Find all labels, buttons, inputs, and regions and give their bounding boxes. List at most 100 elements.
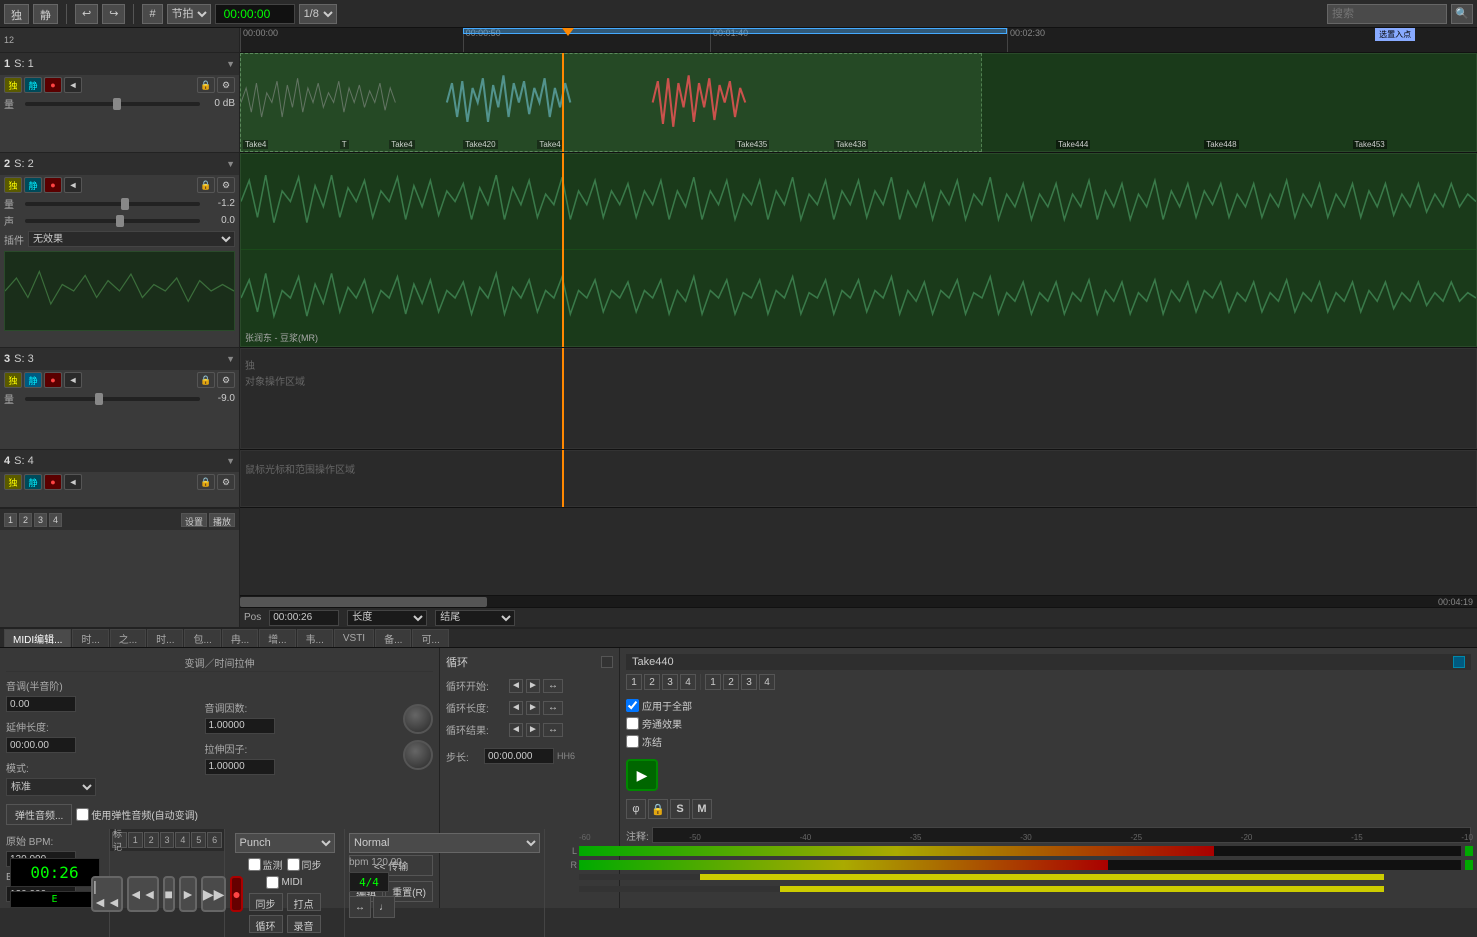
track-3-gear-btn[interactable]: ⚙ — [217, 372, 235, 388]
freeze-checkbox[interactable] — [626, 735, 639, 748]
tab-bei[interactable]: 备... — [375, 629, 411, 647]
track-2-waveform[interactable]: 张润东 - 豆浆(MR) — [240, 153, 1477, 348]
take-num-3[interactable]: 3 — [662, 674, 678, 690]
track-1-mute-btn[interactable]: 静 — [24, 77, 42, 93]
search-btn[interactable]: 🔍 — [1451, 4, 1473, 24]
track-1-vol-thumb[interactable] — [113, 98, 121, 110]
take-num-1[interactable]: 1 — [626, 674, 642, 690]
track-nav-3[interactable]: 3 — [34, 513, 47, 527]
tab-ran[interactable]: 冉... — [222, 629, 258, 647]
track-2-vol-thumb[interactable] — [121, 198, 129, 210]
track-1-mon-btn[interactable]: ◄ — [64, 77, 82, 93]
loop-end-extend[interactable]: ↔ — [543, 723, 563, 737]
track-num-3[interactable]: 3 — [160, 832, 175, 848]
track-num-marker[interactable]: 标记 — [112, 832, 127, 848]
monitor-checkbox[interactable] — [248, 858, 261, 871]
take-nav-2[interactable]: 2 — [723, 674, 739, 690]
track-4-rec-btn[interactable]: ● — [44, 474, 62, 490]
track-2-vol-fader[interactable] — [25, 202, 200, 206]
punch-in-btn[interactable]: 同步 — [249, 893, 283, 911]
track-2-plugin-select[interactable]: 无效果 — [28, 231, 235, 247]
loop-step-input[interactable] — [484, 748, 554, 764]
track-num-4[interactable]: 4 — [175, 832, 190, 848]
track-3-solo-btn[interactable]: 独 — [4, 372, 22, 388]
loop-len-left[interactable]: ◄ — [509, 701, 523, 715]
track-1-gear-btn[interactable]: ⚙ — [217, 77, 235, 93]
take-s-btn[interactable]: S — [670, 799, 690, 819]
take-close-btn[interactable] — [1453, 656, 1465, 668]
crossfade-checkbox[interactable] — [626, 717, 639, 730]
tab-bao[interactable]: 包... — [184, 629, 220, 647]
track-1-waveform[interactable]: Take4 T Take4 Take420 Take4 Take435 Take… — [240, 53, 1477, 153]
track-3-lock-btn[interactable]: 🔒 — [197, 372, 215, 388]
loop-end-left[interactable]: ◄ — [509, 723, 523, 737]
track-2-solo-btn[interactable]: 独 — [4, 177, 22, 193]
sync-checkbox[interactable] — [287, 858, 300, 871]
track-4-mute-btn[interactable]: 静 — [24, 474, 42, 490]
tab-ke[interactable]: 可... — [412, 629, 448, 647]
mute-global-btn[interactable]: 静 — [33, 4, 58, 24]
vs-pitch-input[interactable] — [6, 696, 76, 712]
track-1-expand[interactable]: ▼ — [226, 59, 235, 69]
midi-mode-btn[interactable]: ♩ — [373, 896, 395, 918]
track-4-mon-btn[interactable]: ◄ — [64, 474, 82, 490]
redo-btn[interactable]: ↪ — [102, 4, 125, 24]
track-3-expand[interactable]: ▼ — [226, 354, 235, 364]
track-3-waveform[interactable]: 独 对象操作区域 — [240, 348, 1477, 450]
track-1-solo-btn[interactable]: 独 — [4, 77, 22, 93]
time-sig-input[interactable] — [349, 872, 389, 892]
loop-start-left[interactable]: ◄ — [509, 679, 523, 693]
vs-pitch-steps-input[interactable] — [205, 718, 275, 734]
apply-all-checkbox[interactable] — [626, 699, 639, 712]
play-btn[interactable]: ► — [179, 876, 197, 912]
take-m-btn[interactable]: M — [692, 799, 712, 819]
track-1-vol-fader[interactable] — [25, 102, 200, 106]
take-nav-4[interactable]: 4 — [759, 674, 775, 690]
track-1-rec-btn[interactable]: ● — [44, 77, 62, 93]
rewind-to-start-btn[interactable]: |◄◄ — [91, 876, 123, 912]
tab-vsti[interactable]: VSTI — [334, 629, 374, 647]
loop-close-btn[interactable] — [601, 656, 613, 668]
vs-knob-2[interactable] — [403, 740, 433, 770]
timeline-scrollbar[interactable]: 00:04:19 — [240, 595, 1477, 607]
elastic-audio-btn[interactable]: 弹性音频... — [6, 804, 72, 825]
pos-input[interactable] — [269, 610, 339, 626]
timeline-scroll-thumb[interactable] — [240, 597, 487, 607]
tab-shi[interactable]: 时... — [147, 629, 183, 647]
track-2-mute-btn[interactable]: 静 — [24, 177, 42, 193]
track-4-solo-btn[interactable]: 独 — [4, 474, 22, 490]
end-select[interactable]: 结尾 — [435, 610, 515, 626]
vs-mode-select[interactable]: 标准 — [6, 778, 96, 796]
undo-btn[interactable]: ↩ — [75, 4, 98, 24]
rec-btn[interactable]: 录音 — [287, 915, 321, 933]
loop-len-extend[interactable]: ↔ — [543, 701, 563, 715]
track-4-lock-btn[interactable]: 🔒 — [197, 474, 215, 490]
track-num-2[interactable]: 2 — [144, 832, 159, 848]
tab-wei[interactable]: 韦... — [297, 629, 333, 647]
elastic-checkbox[interactable] — [76, 808, 89, 821]
take-num-2[interactable]: 2 — [644, 674, 660, 690]
loop-end-right[interactable]: ► — [526, 723, 540, 737]
track-3-vol-fader[interactable] — [25, 397, 200, 401]
track-4-expand[interactable]: ▼ — [226, 456, 235, 466]
track-nav-2[interactable]: 2 — [19, 513, 32, 527]
vs-stretch-factor-input[interactable] — [205, 759, 275, 775]
track-1-lock-btn[interactable]: 🔒 — [197, 77, 215, 93]
track-2-rec-btn[interactable]: ● — [44, 177, 62, 193]
track-num-6[interactable]: 6 — [207, 832, 222, 848]
track-num-1[interactable]: 1 — [128, 832, 143, 848]
stop-btn[interactable]: ■ — [163, 876, 175, 912]
take-phi-icon[interactable]: φ — [626, 799, 646, 819]
playback-btn[interactable]: 播放 — [209, 513, 235, 527]
track-4-gear-btn[interactable]: ⚙ — [217, 474, 235, 490]
track-nav-4[interactable]: 4 — [49, 513, 62, 527]
hit-point-btn[interactable]: 打点 — [287, 893, 321, 911]
take-nav-1[interactable]: 1 — [705, 674, 721, 690]
counter-select[interactable]: 1/8 — [299, 4, 337, 24]
punch-mode-select[interactable]: Punch — [235, 833, 335, 853]
loop-len-right[interactable]: ► — [526, 701, 540, 715]
vs-stretch-input[interactable] — [6, 737, 76, 753]
vs-knob-1[interactable] — [403, 704, 433, 734]
track-2-mon-btn[interactable]: ◄ — [64, 177, 82, 193]
midi-checkbox[interactable] — [266, 876, 279, 889]
